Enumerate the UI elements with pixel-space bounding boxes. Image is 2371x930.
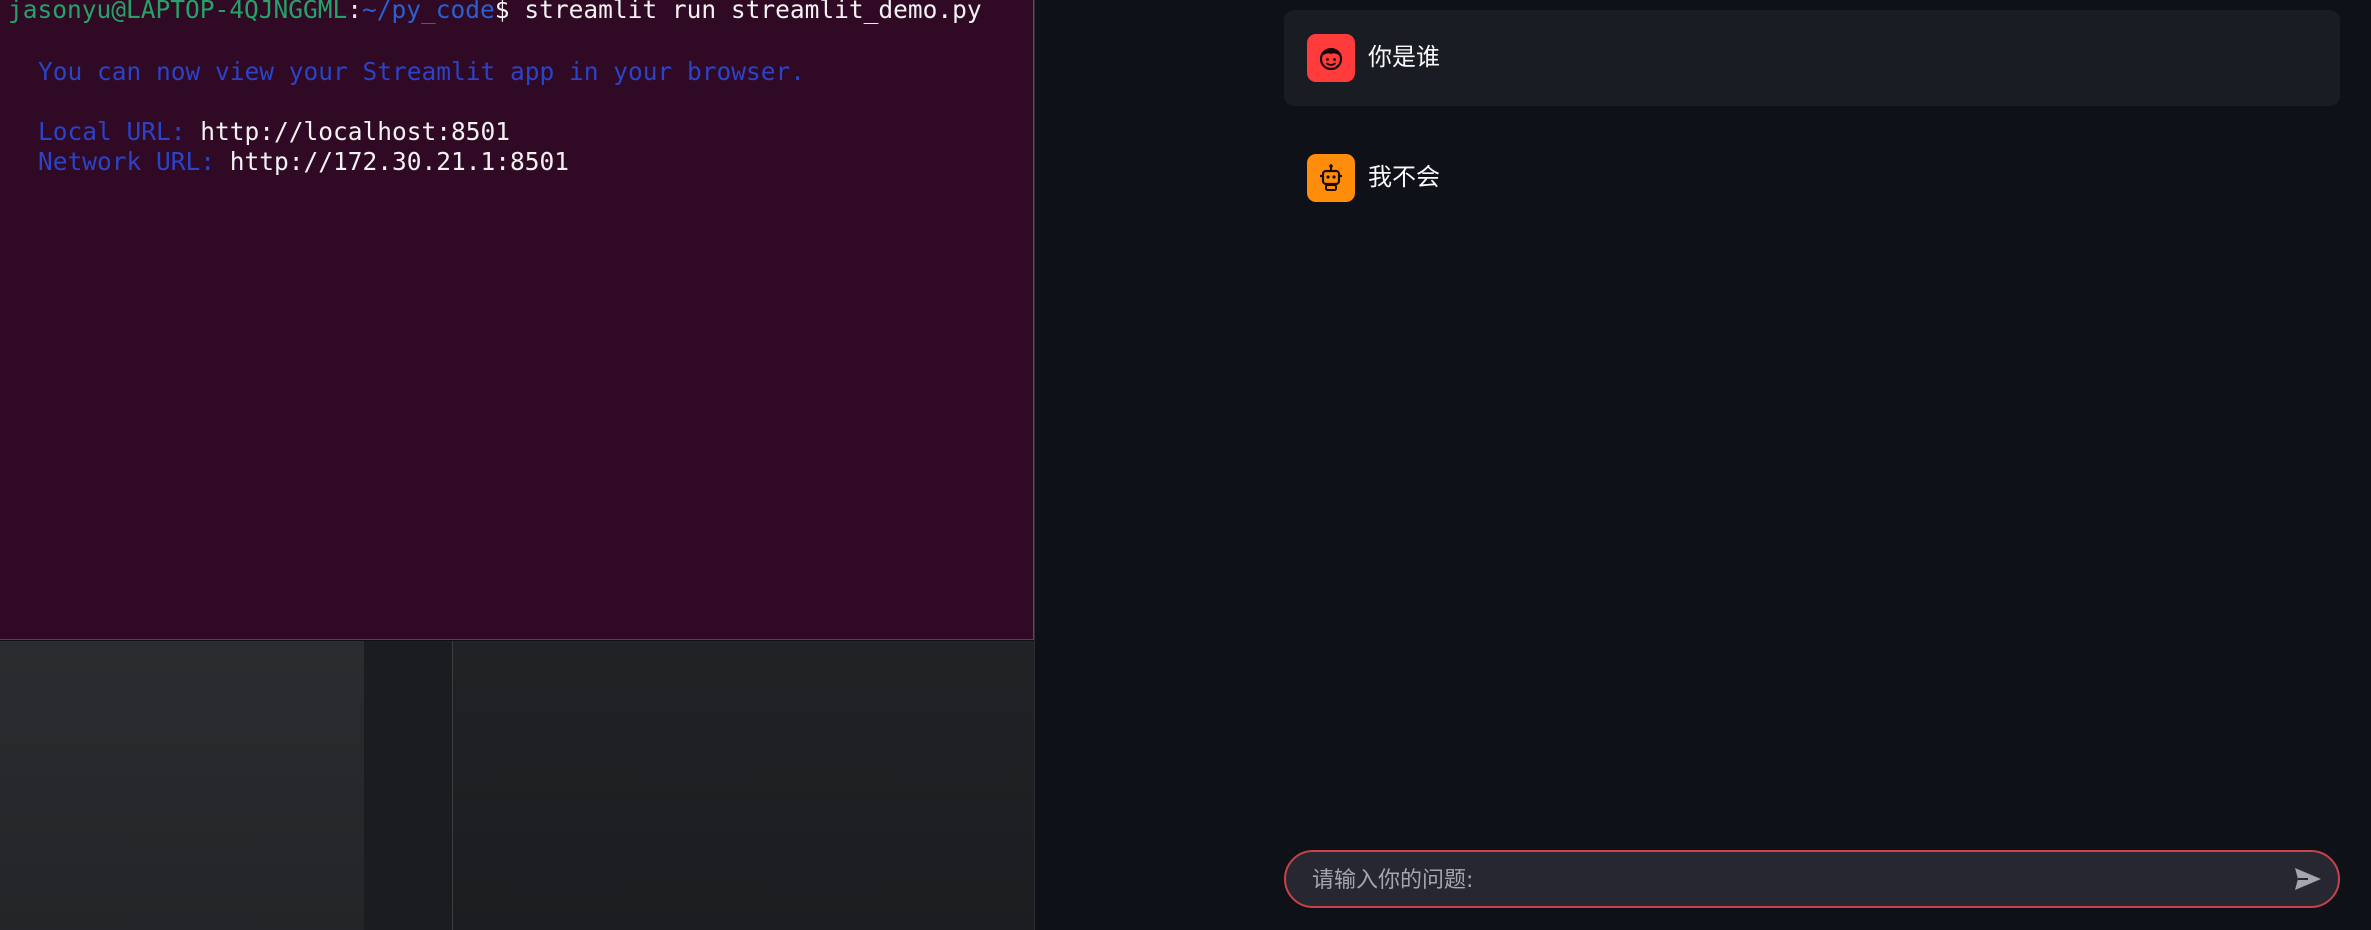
background-window-panel: [364, 641, 452, 930]
terminal-window[interactable]: jasonyu@LAPTOP-4QJNGGML:~/py_code$ strea…: [0, 0, 1034, 640]
terminal-info-line: You can now view your Streamlit app in y…: [38, 57, 806, 86]
local-url-value: http://localhost:8501: [200, 117, 511, 146]
terminal-network-url-line: Network URL: http://172.30.21.1:8501: [38, 147, 569, 177]
chat-input-container: [1284, 850, 2340, 908]
prompt-dollar: $: [494, 0, 525, 24]
send-icon: [2295, 868, 2321, 890]
network-url-label: Network URL:: [38, 147, 230, 176]
chat-message-user: 你是谁: [1284, 10, 2340, 106]
robot-icon: [1307, 154, 1355, 202]
chat-message-assistant: 我不会: [1284, 130, 2340, 226]
terminal-local-url-line: Local URL: http://localhost:8501: [38, 117, 510, 147]
send-button[interactable]: [2292, 863, 2324, 895]
desktop-background: [0, 641, 1034, 930]
terminal-prompt-line: jasonyu@LAPTOP-4QJNGGML:~/py_code$ strea…: [8, 0, 982, 25]
prompt-user: jasonyu@LAPTOP-4QJNGGML: [8, 0, 348, 24]
chat-message-text: 你是谁: [1368, 44, 1440, 71]
screen: jasonyu@LAPTOP-4QJNGGML:~/py_code$ strea…: [0, 0, 2371, 930]
chat-input[interactable]: [1310, 852, 2254, 908]
network-url-value: http://172.30.21.1:8501: [229, 147, 570, 176]
local-url-label: Local URL:: [38, 117, 201, 146]
background-window-panel: [0, 641, 364, 930]
prompt-path: ~/py_code: [362, 0, 495, 24]
streamlit-chat-app: 你是谁 我不会: [1035, 0, 2371, 930]
terminal-command: streamlit run streamlit_demo.py: [524, 0, 982, 24]
user-face-icon: [1307, 34, 1355, 82]
prompt-colon: :: [347, 0, 363, 24]
background-window-panel: [453, 641, 1034, 930]
chat-message-text: 我不会: [1368, 164, 1440, 191]
